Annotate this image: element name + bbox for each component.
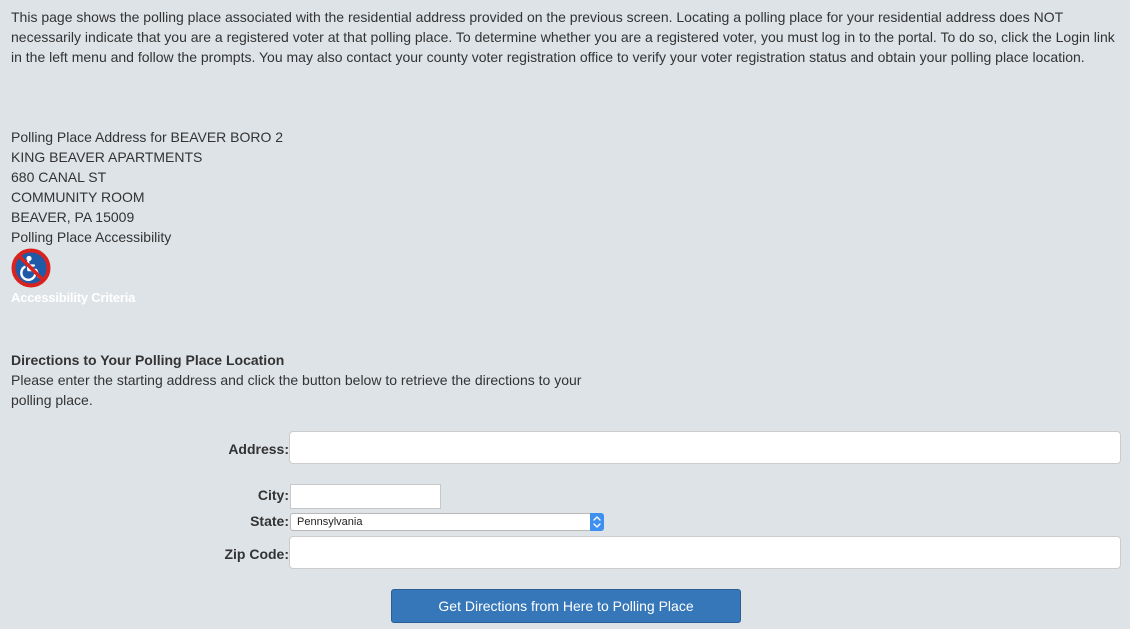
polling-place-heading: Polling Place Address for BEAVER BORO 2 [11, 129, 284, 145]
address-line-street: 680 CANAL ST [11, 169, 107, 185]
address-field[interactable] [289, 431, 1121, 464]
state-select[interactable]: Pennsylvania [290, 513, 604, 531]
state-label: State: [250, 513, 289, 529]
directions-heading: Directions to Your Polling Place Locatio… [11, 352, 285, 368]
select-stepper-icon [590, 513, 604, 531]
address-line-city-state-zip: BEAVER, PA 15009 [11, 209, 135, 225]
zip-code-label: Zip Code: [224, 546, 289, 562]
address-label: Address: [228, 441, 289, 457]
polling-place-page: This page shows the polling place associ… [0, 0, 1130, 629]
polling-place-address: Polling Place Address for BEAVER BORO 2 … [11, 127, 283, 247]
zip-code-field[interactable] [289, 536, 1121, 569]
address-line-room: COMMUNITY ROOM [11, 189, 145, 205]
get-directions-button[interactable]: Get Directions from Here to Polling Plac… [391, 589, 741, 623]
intro-paragraph: This page shows the polling place associ… [11, 9, 1115, 65]
accessibility-criteria-link[interactable]: Accessibility Criteria [11, 290, 135, 305]
accessibility-label: Polling Place Accessibility [11, 229, 172, 245]
city-field[interactable] [290, 484, 441, 509]
wheelchair-not-accessible-icon [11, 248, 51, 288]
directions-instructions: Please enter the starting address and cl… [11, 372, 582, 408]
city-label: City: [257, 487, 289, 503]
state-select-value: Pennsylvania [297, 516, 363, 528]
address-line-name: KING BEAVER APARTMENTS [11, 149, 203, 165]
